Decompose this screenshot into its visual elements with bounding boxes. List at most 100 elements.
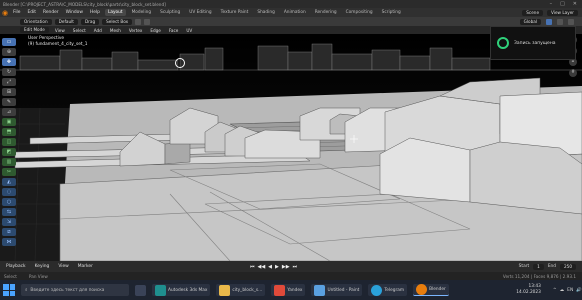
rip-tool[interactable]: ⋈: [2, 238, 16, 246]
volume-icon[interactable]: 🔊: [576, 288, 582, 293]
timeline-view[interactable]: View: [56, 264, 70, 269]
onedrive-icon[interactable]: ☁: [560, 288, 565, 293]
task-view-icon[interactable]: [135, 284, 146, 296]
tab-scripting[interactable]: Scripting: [379, 9, 404, 16]
move-tool[interactable]: ✥: [2, 58, 16, 66]
menu-vertex[interactable]: Vertex: [127, 28, 144, 33]
language-indicator[interactable]: EN: [567, 288, 573, 293]
transform-gizmo-icon[interactable]: [175, 58, 185, 68]
bevel-tool[interactable]: ◩: [2, 148, 16, 156]
overlay-icon[interactable]: [557, 18, 563, 25]
spin-tool[interactable]: ◌: [2, 188, 16, 196]
search-placeholder: Введите здесь текст для поиска: [30, 287, 105, 293]
top-menubar: ◉ File Edit Render Window Help Layout Mo…: [0, 8, 582, 17]
annotate-tool[interactable]: ✎: [2, 98, 16, 106]
taskbar-app-3dsmax[interactable]: Autodesk 3ds Max: [152, 284, 211, 296]
select-box-field[interactable]: Select Box: [102, 18, 133, 25]
taskbar-app-paint[interactable]: Untitled - Paint: [311, 284, 363, 296]
scene-field[interactable]: Scene: [522, 9, 544, 16]
pivot-field[interactable]: Default: [54, 18, 78, 25]
mode-select[interactable]: Edit Mode: [20, 27, 49, 33]
timeline-playback[interactable]: Playback: [4, 264, 28, 269]
folder-icon: [219, 284, 231, 296]
minimize-button[interactable]: –: [550, 1, 553, 7]
timeline-marker[interactable]: Marker: [76, 264, 95, 269]
timeline: Playback Keying View Marker ⏮ ◀◀ ◀ ▶ ▶▶ …: [0, 261, 582, 272]
shrink-tool[interactable]: ⇲: [2, 218, 16, 226]
status-pan-hint: Pan View: [28, 273, 48, 279]
tab-shading[interactable]: Shading: [254, 9, 277, 16]
taskbar-app-yandex[interactable]: Yandex: [271, 284, 306, 296]
jump-start-button[interactable]: ⏮: [250, 264, 255, 270]
tab-rendering[interactable]: Rendering: [312, 9, 340, 16]
menu-render[interactable]: Render: [41, 10, 61, 15]
end-frame-field[interactable]: 250: [560, 263, 576, 270]
loop-cut-tool[interactable]: ▥: [2, 158, 16, 166]
taskbar-search-input[interactable]: ⌕ Введите здесь текст для поиска: [21, 284, 129, 296]
blender-logo-icon[interactable]: ◉: [2, 9, 8, 17]
tab-sculpting[interactable]: Sculpting: [157, 9, 183, 16]
tab-texture-paint[interactable]: Texture Paint: [218, 9, 252, 16]
menu-select[interactable]: Select: [71, 28, 88, 33]
status-scene-stats: Verts 11,204 | Faces 9,876 | 2.93.1: [502, 273, 576, 279]
drag-field[interactable]: Drag: [80, 18, 100, 25]
menu-view[interactable]: View: [53, 28, 67, 33]
tray-chevron-icon[interactable]: ^: [553, 288, 557, 293]
tab-modeling[interactable]: Modeling: [129, 9, 155, 16]
transform-orientation-field[interactable]: Global: [519, 18, 541, 25]
start-frame-field[interactable]: 1: [533, 263, 544, 270]
3d-viewport[interactable]: [0, 34, 582, 261]
extrude-tool[interactable]: ⬒: [2, 128, 16, 136]
proportional-edit-icon[interactable]: [144, 18, 151, 25]
tab-uv-editing[interactable]: UV Editing: [186, 9, 214, 16]
menu-edit[interactable]: Edit: [25, 10, 38, 15]
edge-slide-tool[interactable]: ⇆: [2, 208, 16, 216]
menu-help[interactable]: Help: [88, 10, 102, 15]
maximize-button[interactable]: □: [560, 1, 565, 7]
taskbar-clock[interactable]: 13:43 14.02.2023: [516, 284, 547, 296]
xray-icon[interactable]: [546, 18, 552, 25]
inset-tool[interactable]: ◫: [2, 138, 16, 146]
taskbar-app-explorer[interactable]: city_block_s...: [216, 284, 266, 296]
next-keyframe-button[interactable]: ▶▶: [282, 264, 290, 270]
jump-end-button[interactable]: ⏭: [293, 264, 298, 270]
shear-tool[interactable]: ⧄: [2, 228, 16, 236]
snap-icon[interactable]: [135, 18, 142, 25]
windows-start-icon[interactable]: [3, 284, 15, 296]
shading-solid-icon[interactable]: [568, 18, 574, 25]
add-cube-tool[interactable]: ▣: [2, 118, 16, 126]
view-layer-field[interactable]: View Layer: [547, 9, 578, 16]
menu-add[interactable]: Add: [92, 28, 104, 33]
menu-face[interactable]: Face: [167, 28, 180, 33]
select-box-tool[interactable]: ▭: [2, 38, 16, 46]
tab-layout[interactable]: Layout: [104, 9, 126, 16]
measure-tool[interactable]: ⊿: [2, 108, 16, 116]
menu-file[interactable]: File: [11, 10, 22, 15]
tab-compositing[interactable]: Compositing: [343, 9, 376, 16]
tab-animation[interactable]: Animation: [281, 9, 309, 16]
knife-tool[interactable]: ✂: [2, 168, 16, 176]
timeline-keying[interactable]: Keying: [33, 264, 52, 269]
windows-taskbar: ⌕ Введите здесь текст для поиска Autodes…: [0, 280, 582, 300]
rotate-tool[interactable]: ↻: [2, 68, 16, 76]
prev-keyframe-button[interactable]: ◀◀: [257, 264, 265, 270]
play-button[interactable]: ▶: [275, 264, 279, 270]
system-tray: ^ ☁ EN 🔊: [553, 288, 582, 293]
menu-edge[interactable]: Edge: [148, 28, 163, 33]
scale-tool[interactable]: ⤢: [2, 78, 16, 86]
orientation-field[interactable]: Orientation: [20, 18, 52, 25]
cursor-tool[interactable]: ⊕: [2, 48, 16, 56]
poly-build-tool[interactable]: ◭: [2, 178, 16, 186]
smooth-tool[interactable]: ○: [2, 198, 16, 206]
taskbar-app-blender[interactable]: Blender: [413, 284, 449, 296]
menu-uv[interactable]: UV: [184, 28, 194, 33]
menu-mesh[interactable]: Mesh: [108, 28, 123, 33]
transform-tool[interactable]: ⊞: [2, 88, 16, 96]
grid-icon[interactable]: #: [569, 69, 577, 77]
menu-window[interactable]: Window: [64, 10, 85, 15]
taskbar-app-telegram[interactable]: Telegram: [368, 284, 408, 296]
play-reverse-button[interactable]: ◀: [268, 264, 272, 270]
taskbar-app-label: city_block_s...: [232, 287, 263, 293]
clock-date: 14.02.2023: [516, 290, 541, 295]
close-button[interactable]: ✕: [573, 1, 577, 7]
